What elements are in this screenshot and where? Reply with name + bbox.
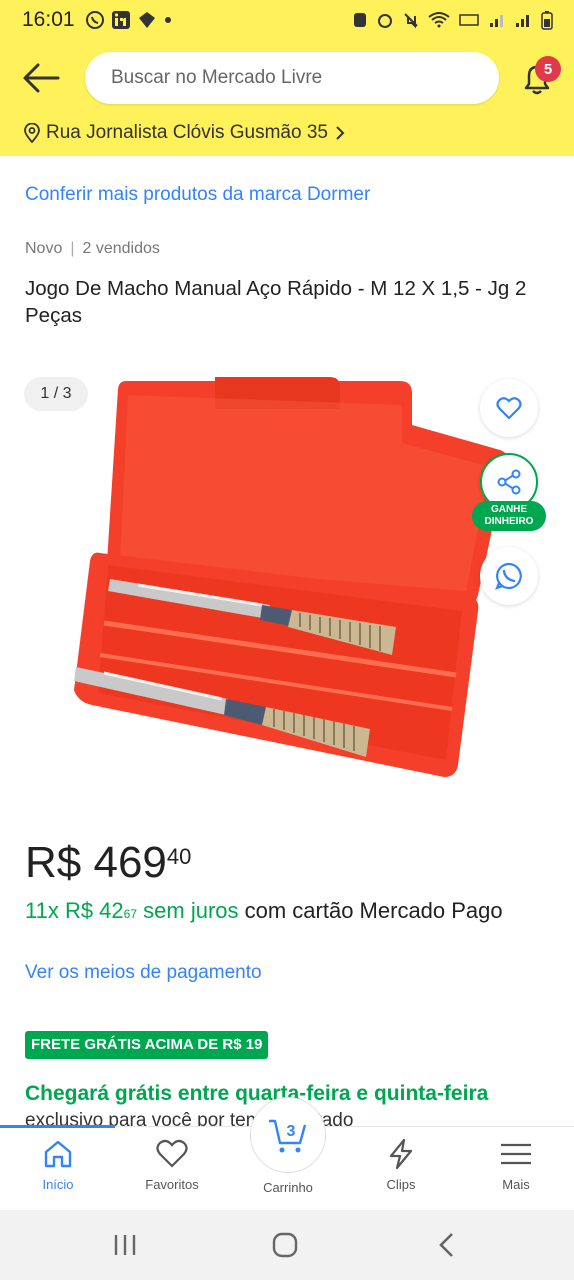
- product-gallery[interactable]: 1 / 3 GANHE DINHEIRO: [0, 365, 574, 805]
- free-shipping-badge: FRETE GRÁTIS ACIMA DE R$ 19: [25, 1031, 269, 1059]
- delivery-estimate: Chegará grátis entre quarta-feira e quin…: [25, 1082, 489, 1105]
- back-arrow-icon[interactable]: [22, 60, 62, 96]
- location-pin-icon: [24, 123, 40, 143]
- nav-home[interactable]: Início: [13, 1137, 103, 1192]
- recent-apps-icon[interactable]: [110, 1230, 140, 1260]
- status-bar: 16:01: [0, 0, 574, 40]
- product-condition: Novo | 2 vendidos: [25, 240, 160, 257]
- app-notification-icon: [138, 12, 155, 28]
- nav-more[interactable]: Mais: [471, 1137, 561, 1192]
- sold-count: 2 vendidos: [82, 240, 160, 257]
- alarm-icon: [378, 14, 392, 28]
- linkedin-icon: [111, 11, 130, 29]
- status-system-icons: [352, 10, 554, 30]
- lte-icon: [459, 14, 479, 26]
- nav-home-label: Início: [42, 1177, 74, 1192]
- address-text: Rua Jornalista Clóvis Gusmão 35: [46, 122, 328, 143]
- installment-interest: sem juros: [143, 898, 239, 923]
- nav-clips[interactable]: Clips: [356, 1137, 446, 1192]
- nav-more-label: Mais: [502, 1177, 530, 1192]
- favorite-button[interactable]: [480, 379, 538, 437]
- notification-badge: 5: [535, 56, 561, 82]
- battery-saver-icon: [354, 13, 366, 27]
- heart-icon: [496, 397, 522, 420]
- signal-icon-1: [490, 15, 503, 27]
- bottom-navigation: Início Favoritos 3 Carrinho Clips Mais: [0, 1097, 574, 1210]
- delivery-address[interactable]: Rua Jornalista Clóvis Gusmão 35: [24, 122, 346, 144]
- app-header: 5 Rua Jornalista Clóvis Gusmão 35: [0, 40, 574, 156]
- search-input[interactable]: [111, 67, 471, 89]
- nav-clips-label: Clips: [386, 1177, 416, 1192]
- share-icon: [497, 469, 521, 495]
- installment-card: com cartão Mercado Pago: [244, 898, 503, 923]
- installments: 11x R$ 4267 sem juros com cartão Mercado…: [25, 896, 545, 925]
- whatsapp-icon: [85, 11, 104, 29]
- installment-amount: 11x R$ 42: [25, 898, 124, 923]
- installment-cents: 67: [123, 907, 138, 921]
- home-icon: [44, 1140, 72, 1168]
- nav-favorites[interactable]: Favoritos: [127, 1137, 217, 1192]
- gallery-counter: 1 / 3: [24, 377, 88, 411]
- search-bar[interactable]: [85, 52, 499, 104]
- wifi-icon: [428, 12, 450, 28]
- cart-count: 3: [287, 1123, 296, 1140]
- earn-money-badge: GANHE DINHEIRO: [472, 501, 546, 531]
- whatsapp-share-button[interactable]: [480, 547, 538, 605]
- cart-icon: 3: [269, 1119, 307, 1153]
- system-navigation-bar: [0, 1210, 574, 1280]
- nav-favorites-label: Favoritos: [145, 1177, 199, 1192]
- price: R$ 46940: [25, 838, 191, 888]
- signal-icon-2: [516, 15, 529, 27]
- clips-icon: [389, 1138, 413, 1170]
- dot-icon: [164, 17, 171, 23]
- price-value: 469: [93, 838, 167, 887]
- battery-icon: [541, 11, 553, 30]
- heart-icon: [156, 1139, 188, 1168]
- price-cents: 40: [166, 844, 192, 869]
- active-tab-indicator: [0, 1125, 115, 1128]
- status-notification-icons: [85, 10, 173, 30]
- mute-icon: [404, 13, 418, 29]
- menu-icon: [501, 1143, 531, 1165]
- nav-cart[interactable]: 3: [250, 1097, 326, 1173]
- condition-label: Novo: [25, 240, 63, 257]
- product-title: Jogo De Macho Manual Aço Rápido - M 12 X…: [25, 277, 527, 327]
- back-button-icon[interactable]: [432, 1230, 462, 1260]
- status-time: 16:01: [22, 8, 75, 31]
- brand-link[interactable]: Conferir mais produtos da marca Dormer: [25, 184, 370, 206]
- price-currency: R$: [25, 838, 82, 887]
- chevron-right-icon: [336, 126, 345, 140]
- home-button-icon[interactable]: [270, 1230, 300, 1260]
- nav-cart-label: Carrinho: [263, 1180, 313, 1195]
- payment-methods-link[interactable]: Ver os meios de pagamento: [25, 962, 262, 984]
- whatsapp-icon: [495, 562, 522, 590]
